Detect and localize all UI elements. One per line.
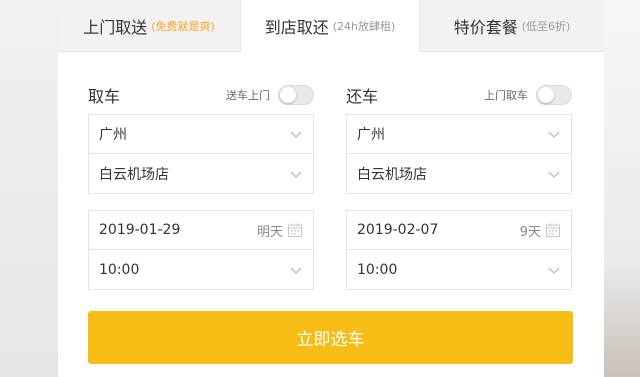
chevron-down-icon [547, 127, 561, 141]
calendar-icon [545, 222, 561, 238]
pickup-date-note: 明天 [256, 224, 283, 240]
background-right [604, 0, 640, 377]
return-section: 还车 上门取车 广州 白云机场店 2019-02-07 9天 10:00 [346, 80, 572, 290]
tab-note: (24h放肆租) [332, 20, 396, 33]
delivery-toggle-group: 送车上门 [226, 85, 314, 105]
tab-note: (低至6折) [521, 19, 571, 33]
return-store-select[interactable]: 白云机场店 [346, 154, 572, 194]
pickup-date-field[interactable]: 2019-01-29 明天 [88, 210, 314, 250]
return-datetime-group: 2019-02-07 9天 10:00 [346, 210, 572, 290]
return-title: 还车 [346, 87, 379, 106]
pickup-section: 取车 送车上门 广州 白云机场店 2019-01-29 明天 10:00 [88, 80, 314, 290]
collection-toggle-label: 上门取车 [484, 89, 528, 102]
toggle-knob [280, 87, 296, 103]
delivery-toggle-label: 送车上门 [226, 89, 270, 102]
pickup-date-value: 2019-01-29 [99, 222, 181, 238]
mode-tabs: 上门取送 (免费就是爽) 到店取还 (24h放肆租) 特价套餐 (低至6折) [58, 0, 604, 52]
pickup-datetime-group: 2019-01-29 明天 10:00 [88, 210, 314, 290]
rental-search-card: 上门取送 (免费就是爽) 到店取还 (24h放肆租) 特价套餐 (低至6折) 取… [58, 0, 604, 377]
return-date-value: 2019-02-07 [357, 222, 439, 238]
pickup-store-value: 白云机场店 [99, 166, 169, 183]
tab-special-package[interactable]: 特价套餐 (低至6折) [420, 0, 604, 52]
calendar-icon [287, 222, 303, 238]
tab-store-pickup[interactable]: 到店取还 (24h放肆租) [240, 0, 420, 52]
return-location-group: 广州 白云机场店 [346, 114, 572, 194]
chevron-down-icon [547, 263, 561, 277]
chevron-down-icon [289, 167, 303, 181]
chevron-down-icon [547, 167, 561, 181]
return-date-note: 9天 [519, 224, 541, 240]
chevron-down-icon [289, 127, 303, 141]
pickup-location-group: 广州 白云机场店 [88, 114, 314, 194]
chevron-down-icon [289, 263, 303, 277]
background-left [0, 0, 58, 377]
select-car-button[interactable]: 立即选车 [88, 311, 573, 364]
tab-note: (免费就是爽) [151, 19, 215, 33]
pickup-header: 取车 送车上门 [88, 80, 314, 110]
pickup-city-value: 广州 [99, 127, 127, 143]
pickup-store-select[interactable]: 白云机场店 [88, 154, 314, 194]
tab-door-to-door[interactable]: 上门取送 (免费就是爽) [58, 0, 240, 52]
return-city-value: 广州 [357, 127, 385, 143]
return-store-value: 白云机场店 [357, 166, 427, 183]
toggle-knob [538, 87, 554, 103]
return-city-select[interactable]: 广州 [346, 114, 572, 154]
collection-toggle-group: 上门取车 [484, 85, 572, 105]
return-date-field[interactable]: 2019-02-07 9天 [346, 210, 572, 250]
tab-label: 到店取还 [264, 18, 329, 37]
tab-label: 上门取送 [83, 17, 148, 37]
return-header: 还车 上门取车 [346, 80, 572, 110]
pickup-time-select[interactable]: 10:00 [88, 250, 314, 290]
collection-toggle[interactable] [536, 85, 572, 105]
pickup-title: 取车 [88, 87, 121, 106]
pickup-time-value: 10:00 [99, 261, 140, 278]
pickup-city-select[interactable]: 广州 [88, 114, 314, 154]
tab-label: 特价套餐 [453, 17, 518, 37]
return-time-value: 10:00 [357, 261, 398, 278]
return-time-select[interactable]: 10:00 [346, 250, 572, 290]
delivery-toggle[interactable] [278, 85, 314, 105]
